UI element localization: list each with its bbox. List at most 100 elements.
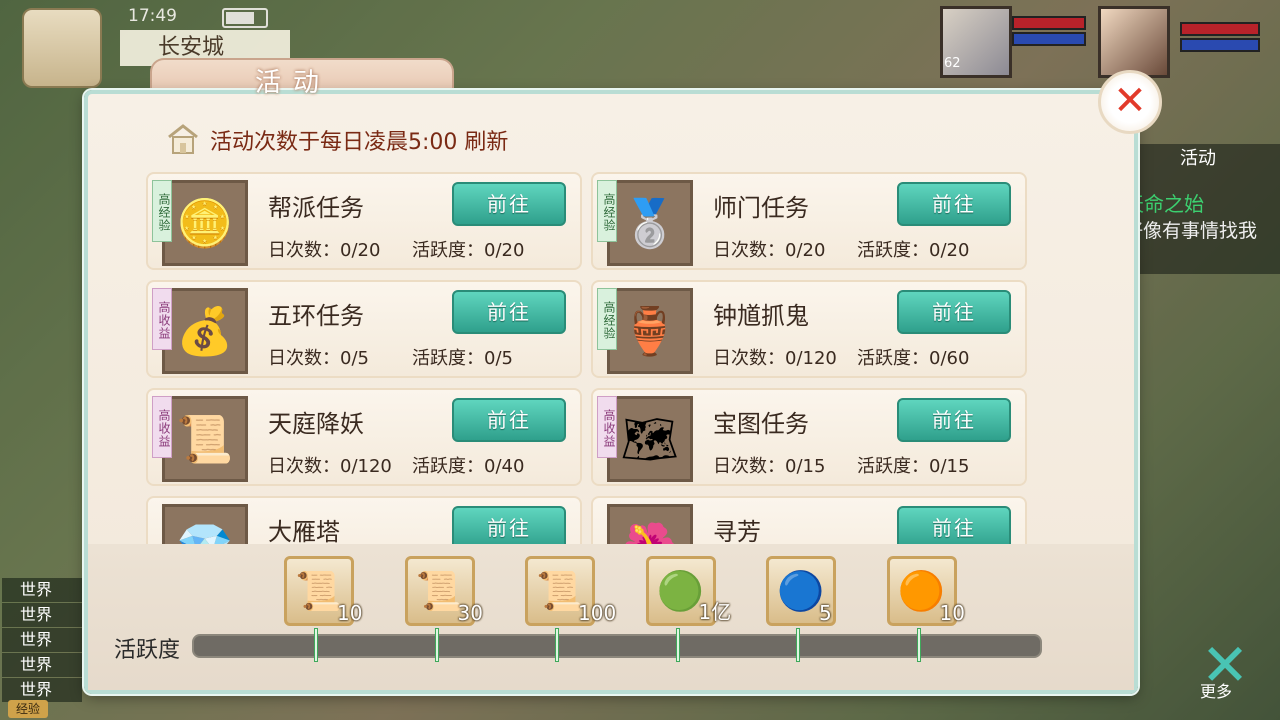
activity-name: 五环任务: [268, 302, 364, 330]
go-button[interactable]: 前往: [897, 398, 1011, 442]
refresh-notice: 活动次数于每日凌晨5:00 刷新: [210, 130, 509, 155]
chat-channel-label: 世界: [2, 653, 82, 677]
clock-time: 17:49: [128, 6, 177, 26]
chat-channel-label: 世界: [2, 678, 82, 702]
pet-level: 62: [944, 56, 961, 71]
vase-icon: 🏺: [621, 304, 679, 358]
reward-chest[interactable]: 🔵 5: [766, 556, 836, 626]
activity-tag: 高经验: [152, 180, 172, 242]
reward-chest[interactable]: 📜 10: [284, 556, 362, 626]
activity-card[interactable]: 🪙 高经验 帮派任务日次数：0/20 活跃度：0/20 前往: [146, 172, 582, 270]
progress-tick: [796, 628, 800, 662]
activity-icon-frame: 🪙: [162, 180, 248, 266]
activity-points-label: 活跃度: [114, 638, 181, 663]
activity-card[interactable]: 🏺 高经验 钟馗抓鬼日次数：0/120 活跃度：0/60 前往: [591, 280, 1027, 378]
reward-threshold: 1亿: [698, 600, 732, 624]
player-avatar[interactable]: [1098, 6, 1170, 78]
daily-count: 日次数：0/5: [268, 348, 369, 369]
battery-icon: [222, 8, 268, 28]
go-button[interactable]: 前往: [897, 290, 1011, 334]
activity-name: 帮派任务: [268, 194, 364, 222]
close-button[interactable]: ✕: [1098, 70, 1162, 134]
activity-icon-frame: 🥈: [607, 180, 693, 266]
activity-card[interactable]: 📜 高收益 天庭降妖日次数：0/120 活跃度：0/40 前往: [146, 388, 582, 486]
activity-icon-frame: 🗺: [607, 396, 693, 482]
activity-card[interactable]: 🥈 高经验 师门任务日次数：0/20 活跃度：0/20 前往: [591, 172, 1027, 270]
more-label[interactable]: 更多: [1200, 678, 1232, 702]
activity-points: 活跃度：0/60: [857, 348, 970, 369]
house-icon: [168, 124, 198, 154]
activity-points: 活跃度：0/5: [412, 348, 513, 369]
activity-tag: 高收益: [152, 288, 172, 350]
reward-threshold: 10: [939, 601, 965, 625]
dark-gem-icon: 💎: [165, 507, 245, 544]
activity-icon-frame: 🏺: [607, 288, 693, 374]
daily-count: 日次数：0/120: [713, 348, 837, 369]
close-icon: ✕: [1113, 78, 1147, 124]
player-mp-bar: [1180, 38, 1260, 52]
activity-card[interactable]: 💰 高收益 五环任务日次数：0/5 活跃度：0/5 前往: [146, 280, 582, 378]
go-button[interactable]: 前往: [452, 398, 566, 442]
activity-name: 天庭降妖: [268, 410, 364, 438]
activity-name: 钟馗抓鬼: [713, 302, 809, 330]
red-flower-icon: 🌺: [610, 507, 690, 544]
activity-name: 大雁塔: [268, 518, 340, 544]
activity-list[interactable]: 🪙 高经验 帮派任务 日次数：0/20 活跃度：0/20 前往 🥈 高经验 师门任务 日次数：0/…: [140, 168, 1040, 544]
silver-coin-icon: 🥈: [621, 196, 679, 250]
compass-map-icon[interactable]: [22, 8, 102, 88]
pet-mp-bar: [1012, 32, 1086, 46]
reward-threshold: 5: [819, 601, 832, 625]
quest-panel-tab[interactable]: 活动: [1180, 144, 1216, 170]
activity-progress-bar: [192, 634, 1042, 658]
reward-threshold: 100: [578, 601, 617, 625]
activity-name: 宝图任务: [713, 410, 809, 438]
chat-channel-label: 世界: [2, 603, 82, 627]
reward-threshold: 30: [457, 601, 483, 625]
progress-tick: [675, 628, 680, 662]
reward-threshold: 10: [337, 601, 363, 625]
scroll-icon: 📜: [176, 412, 234, 466]
progress-tick: [314, 628, 318, 662]
chat-channel-label: 世界: [2, 628, 82, 652]
chat-channel-label: 世界: [2, 578, 82, 602]
go-button[interactable]: 前往: [897, 506, 1011, 544]
daily-count: 日次数：0/120: [268, 456, 392, 477]
reward-chest[interactable]: 🟠 10: [886, 556, 965, 626]
coin-icon: 🪙: [176, 196, 234, 250]
activity-points: 活跃度：0/20: [412, 240, 525, 261]
progress-tick: [916, 628, 921, 662]
activity-name: 师门任务: [713, 194, 809, 222]
reward-chest[interactable]: 📜 100: [525, 556, 616, 626]
treasure-map-icon: 🗺: [620, 412, 680, 466]
silver-ingot-icon: 💰: [176, 304, 234, 358]
reward-chest[interactable]: 📜 30: [404, 556, 483, 626]
go-button[interactable]: 前往: [452, 290, 566, 334]
activity-points: 活跃度：0/40: [412, 456, 525, 477]
activity-icon-frame: 📜: [162, 396, 248, 482]
progress-tick: [434, 628, 439, 662]
activity-tag: 高经验: [597, 288, 617, 350]
chat-box[interactable]: 世界 世界 世界 世界 世界: [2, 578, 82, 703]
activity-points: 活跃度：0/20: [857, 240, 970, 261]
activity-tag: 高收益: [152, 396, 172, 458]
go-button[interactable]: 前往: [897, 182, 1011, 226]
player-hp-bar: [1180, 22, 1260, 36]
activity-card[interactable]: 💎 大雁塔 前往: [146, 496, 582, 544]
pet-hp-bar: [1012, 16, 1086, 30]
activity-points: 活跃度：0/15: [857, 456, 970, 477]
activity-tag: 高经验: [597, 180, 617, 242]
activity-icon-frame: 💎: [162, 504, 248, 544]
activity-icon-frame: 💰: [162, 288, 248, 374]
activity-card[interactable]: 🌺 寻芳 前往: [591, 496, 1027, 544]
exp-label: 经验: [8, 700, 48, 718]
activity-card[interactable]: 🗺 高收益 宝图任务日次数：0/15 活跃度：0/15 前往: [591, 388, 1027, 486]
go-button[interactable]: 前往: [452, 182, 566, 226]
quest-description[interactable]: 好像有事情找我: [1124, 216, 1257, 243]
dialog-title: 活动: [255, 68, 332, 98]
daily-count: 日次数：0/15: [713, 456, 826, 477]
daily-count: 日次数：0/20: [268, 240, 381, 261]
go-button[interactable]: 前往: [452, 506, 566, 544]
reward-chest[interactable]: 🟢 1亿: [645, 556, 731, 626]
activity-tag: 高收益: [597, 396, 617, 458]
daily-count: 日次数：0/20: [713, 240, 826, 261]
